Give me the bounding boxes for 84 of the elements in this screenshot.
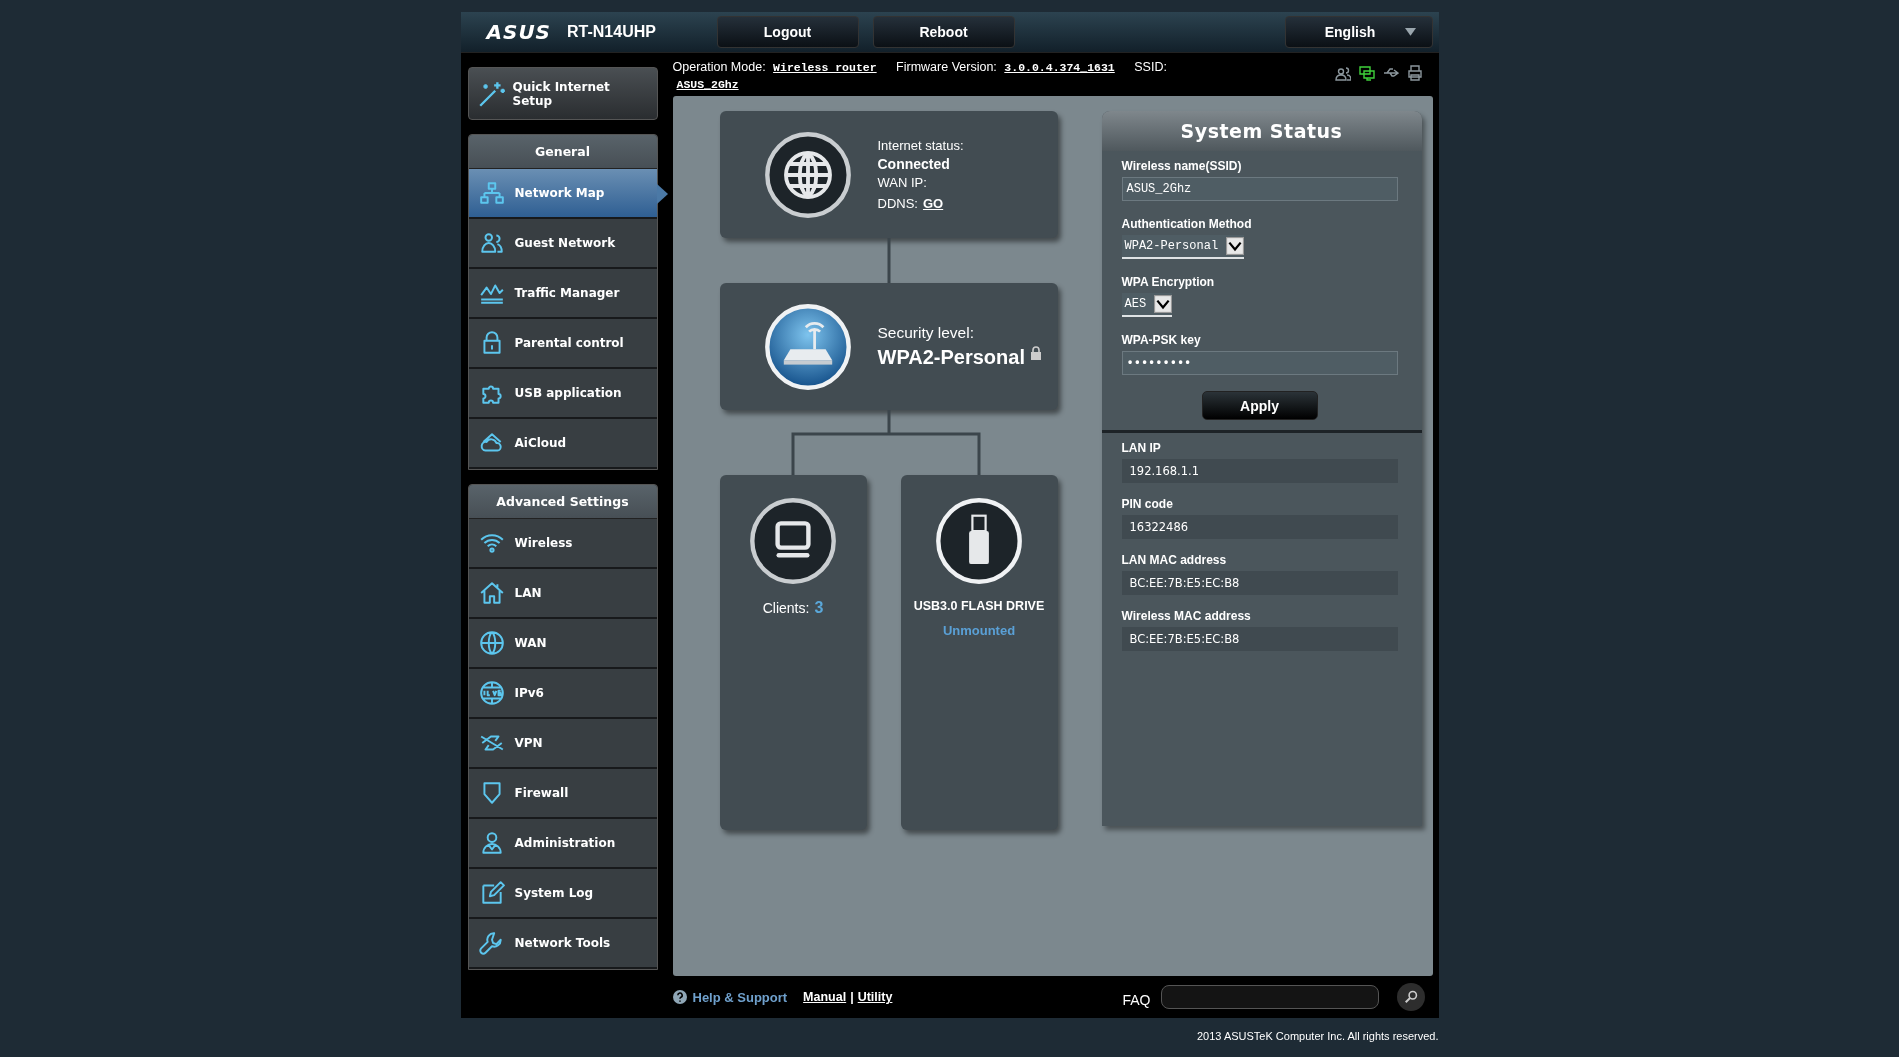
link-separator: | bbox=[850, 990, 854, 1004]
menu-item[interactable]: Administration bbox=[468, 819, 657, 869]
info-value: 16322486 bbox=[1121, 515, 1398, 539]
manual-link[interactable]: Manual bbox=[803, 990, 847, 1004]
internet-status: Connected bbox=[877, 156, 951, 172]
info-label: SSID: bbox=[1134, 60, 1167, 74]
chevron-icon bbox=[1226, 237, 1245, 255]
select-dropdown[interactable]: WPA2-Personal bbox=[1121, 235, 1245, 259]
password-input[interactable]: ••••••••• bbox=[1121, 351, 1398, 375]
wrench-icon bbox=[478, 930, 505, 956]
operation-mode-link[interactable]: Wireless router bbox=[773, 61, 877, 74]
header-button[interactable]: Logout bbox=[716, 16, 859, 48]
menu-item[interactable]: AiCloud bbox=[468, 419, 657, 469]
select-dropdown[interactable]: AES bbox=[1121, 293, 1173, 317]
menu-item[interactable]: LAN bbox=[468, 569, 657, 619]
search-icon bbox=[1403, 990, 1418, 1004]
ssid-input[interactable]: ASUS_2Ghz bbox=[1121, 177, 1398, 201]
computer-icon[interactable] bbox=[749, 497, 837, 585]
printer-status-icon[interactable] bbox=[1406, 65, 1423, 81]
field-label: LAN IP bbox=[1121, 441, 1162, 455]
house-icon bbox=[478, 580, 505, 606]
header-button[interactable]: Reboot bbox=[872, 16, 1015, 48]
caret-icon bbox=[1405, 27, 1417, 37]
menu-item[interactable]: Guest Network bbox=[468, 219, 657, 269]
info-value: BC:EE:7B:E5:EC:B8 bbox=[1121, 571, 1398, 595]
monitor-status-icon[interactable] bbox=[1358, 65, 1375, 81]
menu-item[interactable]: USB application bbox=[468, 369, 657, 419]
ipv6-icon bbox=[478, 680, 505, 706]
field-label: LAN MAC address bbox=[1121, 553, 1228, 567]
menu-item[interactable]: IPv6 bbox=[468, 669, 657, 719]
search-button[interactable] bbox=[1396, 983, 1425, 1011]
info-value: BC:EE:7B:E5:EC:B8 bbox=[1121, 627, 1398, 651]
network-icon bbox=[478, 180, 505, 206]
globe-icon[interactable] bbox=[763, 130, 852, 219]
ssid-link[interactable]: ASUS_2Ghz bbox=[676, 78, 739, 91]
info-label: Operation Mode: bbox=[672, 60, 766, 74]
faq-label: FAQ bbox=[1122, 992, 1151, 1008]
padlock-icon bbox=[1029, 346, 1042, 360]
model-name: RT-N14UHP bbox=[567, 23, 656, 41]
field-label: Authentication Method bbox=[1121, 217, 1253, 231]
field-label: PIN code bbox=[1121, 497, 1174, 511]
help-support-link[interactable]: Help & Support bbox=[672, 989, 788, 1005]
menu-item[interactable]: Network Map bbox=[468, 169, 657, 219]
info-label: Firmware Version: bbox=[896, 60, 997, 74]
menu-section-title: Advanced Settings bbox=[468, 485, 657, 519]
router-icon[interactable] bbox=[763, 302, 852, 391]
menu-item[interactable]: VPN bbox=[468, 719, 657, 769]
info-value: 192.168.1.1 bbox=[1121, 459, 1398, 483]
menu-item[interactable]: Firewall bbox=[468, 769, 657, 819]
language-dropdown[interactable]: English bbox=[1284, 16, 1433, 48]
security-level: WPA2-Personal bbox=[877, 346, 1025, 369]
field-label: Wireless name(SSID) bbox=[1121, 159, 1243, 173]
menu-item[interactable]: Traffic Manager bbox=[468, 269, 657, 319]
chevron-icon bbox=[1154, 295, 1173, 313]
globe-icon bbox=[478, 630, 505, 656]
panel-title: System Status bbox=[1101, 111, 1422, 151]
wan-ip-label: WAN IP: bbox=[877, 174, 928, 192]
usb-device-name: USB3.0 FLASH DRIVE bbox=[913, 599, 1045, 613]
guest-icon bbox=[478, 230, 505, 256]
field-label: WPA-PSK key bbox=[1121, 333, 1202, 347]
usb-status: Unmounted bbox=[942, 623, 1016, 638]
ddns-link[interactable]: GO bbox=[922, 193, 944, 214]
menu-item[interactable]: Network Tools bbox=[468, 919, 657, 969]
field-label: Wireless MAC address bbox=[1121, 609, 1252, 623]
help-icon bbox=[672, 990, 687, 1004]
clients-label: Clients: bbox=[762, 600, 810, 616]
usb-drive-icon[interactable] bbox=[935, 497, 1023, 585]
field-label: WPA Encryption bbox=[1121, 275, 1216, 289]
copyright-text: 2013 ASUSTeK Computer Inc. All rights reserved. bbox=[1196, 1030, 1439, 1042]
security-level-label: Security level: bbox=[877, 324, 975, 342]
menu-item[interactable]: Wireless bbox=[468, 519, 657, 569]
brand-logo: ASUS bbox=[486, 20, 552, 44]
menu-item[interactable]: Parental control bbox=[468, 319, 657, 369]
quick-setup-button[interactable]: Quick Internet Setup bbox=[467, 67, 658, 120]
firmware-link[interactable]: 3.0.0.4.374_1631 bbox=[1004, 61, 1115, 74]
users-status-icon[interactable] bbox=[1334, 65, 1351, 81]
menu-item[interactable]: System Log bbox=[468, 869, 657, 919]
menu-item[interactable]: WAN bbox=[468, 619, 657, 669]
faq-search-field[interactable] bbox=[1160, 985, 1379, 1009]
utility-link[interactable]: Utility bbox=[857, 990, 893, 1004]
apply-button[interactable]: Apply bbox=[1201, 391, 1318, 420]
ddns-label: DDNS: bbox=[877, 195, 918, 213]
menu-section-title: General bbox=[468, 135, 657, 169]
internet-status-label: Internet status: bbox=[877, 137, 964, 155]
